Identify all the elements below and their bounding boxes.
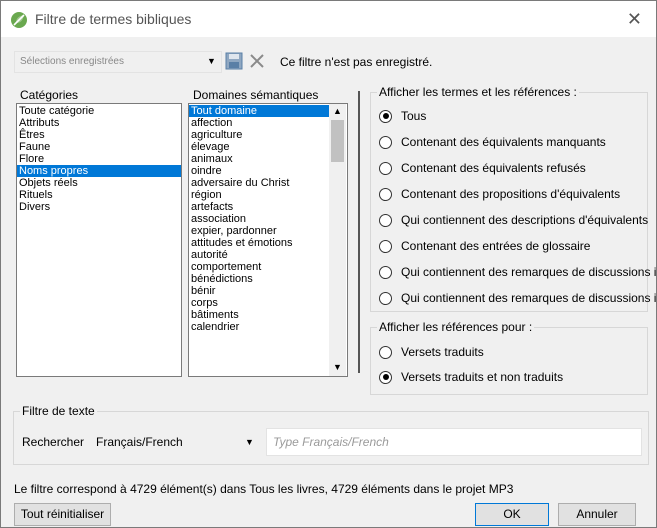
radio-button[interactable] (379, 345, 392, 359)
show-refs-option[interactable]: Versets traduits (379, 344, 484, 360)
show-terms-label: Afficher les termes et les références : (377, 85, 579, 99)
category-item[interactable]: Divers (17, 201, 181, 213)
domain-item[interactable]: artefacts (189, 201, 329, 213)
scroll-thumb[interactable] (331, 120, 344, 162)
category-item[interactable]: Attributs (17, 117, 181, 129)
show-terms-option[interactable]: Contenant des équivalents refusés (379, 160, 586, 176)
domain-item[interactable]: corps (189, 297, 329, 309)
title-bar: Filtre de termes bibliques ✕ (1, 1, 656, 37)
filter-summary: Le filtre correspond à 4729 élément(s) d… (14, 482, 514, 496)
show-refs-label: Afficher les références pour : (377, 320, 535, 334)
radio-button[interactable] (379, 370, 392, 384)
show-terms-option[interactable]: Contenant des propositions d'équivalents (379, 186, 620, 202)
radio-button[interactable] (379, 265, 392, 279)
category-item[interactable]: Faune (17, 141, 181, 153)
floppy-disk-icon[interactable] (225, 52, 243, 70)
saved-selections-text: Sélections enregistrées (20, 56, 124, 67)
category-item[interactable]: Flore (17, 153, 181, 165)
categories-label: Catégories (20, 88, 79, 102)
radio-label: Versets traduits (401, 345, 484, 359)
domain-item[interactable]: association (189, 213, 329, 225)
search-placeholder: Type Français/French (273, 435, 389, 449)
triangle-down-icon: ▼ (207, 56, 216, 66)
domain-item[interactable]: adversaire du Christ (189, 177, 329, 189)
x-icon[interactable] (249, 53, 265, 69)
domain-item[interactable]: animaux (189, 153, 329, 165)
radio-button[interactable] (379, 187, 392, 201)
radio-label: Contenant des propositions d'équivalents (401, 187, 621, 201)
language-dropdown[interactable]: Français/French ▼ (90, 430, 272, 454)
radio-button[interactable] (379, 239, 392, 253)
saved-selections-dropdown[interactable]: Sélections enregistrées ▼ (14, 51, 222, 73)
separator (358, 91, 360, 373)
domain-item[interactable]: comportement (189, 261, 329, 273)
domain-item[interactable]: attitudes et émotions (189, 237, 329, 249)
text-filter-group: Filtre de texte Rechercher Français/Fren… (13, 404, 649, 465)
radio-label: Versets traduits et non traduits (401, 370, 564, 384)
show-terms-option[interactable]: Qui contiennent des descriptions d'équiv… (379, 212, 648, 228)
radio-label: Contenant des entrées de glossaire (401, 239, 591, 253)
text-filter-label: Filtre de texte (20, 404, 97, 418)
language-value: Français/French (96, 435, 183, 449)
category-item[interactable]: Êtres (17, 129, 181, 141)
domains-items: Tout domaine affection agriculture élevage a… (189, 104, 329, 333)
radio-button[interactable] (379, 161, 392, 175)
close-button[interactable]: ✕ (627, 9, 642, 30)
filter-status-text: Ce filtre n'est pas enregistré. (280, 55, 433, 69)
radio-button[interactable] (379, 109, 392, 123)
dialog-window: Filtre de termes bibliques ✕ Sélections … (0, 0, 657, 528)
leaf-icon (11, 12, 27, 28)
show-refs-option[interactable]: Versets traduits et non traduits (379, 369, 563, 385)
radio-label: Qui contiennent des remarques de discuss… (401, 291, 657, 305)
show-refs-group: Afficher les références pour : Versets t… (370, 320, 648, 395)
domains-label: Domaines sémantiques (193, 88, 319, 102)
category-item[interactable]: Rituels (17, 189, 181, 201)
domain-item[interactable]: autorité (189, 249, 329, 261)
domain-item[interactable]: Tout domaine (189, 105, 329, 117)
reset-all-button[interactable]: Tout réinitialiser (14, 503, 111, 526)
cancel-button[interactable]: Annuler (558, 503, 636, 526)
radio-label: Tous (401, 109, 427, 123)
domain-item[interactable]: bénir (189, 285, 329, 297)
search-input[interactable]: Type Français/French (266, 428, 642, 456)
domain-item[interactable]: affection (189, 117, 329, 129)
category-item[interactable]: Noms propres (17, 165, 181, 177)
domain-item[interactable]: expier, pardonner (189, 225, 329, 237)
category-item[interactable]: Objets réels (17, 177, 181, 189)
domain-item[interactable]: région (189, 189, 329, 201)
window-title: Filtre de termes bibliques (35, 11, 192, 27)
domain-item[interactable]: bénédictions (189, 273, 329, 285)
categories-items: Toute catégorie Attributs Êtres Faune Flore N… (17, 104, 181, 213)
ok-button[interactable]: OK (475, 503, 549, 526)
search-label: Rechercher (22, 435, 85, 449)
radio-button[interactable] (379, 291, 392, 305)
domains-list[interactable]: Tout domaine affection agriculture élevage a… (188, 103, 348, 377)
show-terms-group: Afficher les termes et les références : … (370, 85, 656, 312)
domain-item[interactable]: agriculture (189, 129, 329, 141)
show-terms-option[interactable]: Qui contiennent des remarques de discuss… (379, 264, 656, 280)
category-item[interactable]: Toute catégorie (17, 105, 181, 117)
radio-button[interactable] (379, 213, 392, 227)
show-terms-option[interactable]: Contenant des entrées de glossaire (379, 238, 590, 254)
scroll-down-icon[interactable]: ▼ (333, 362, 342, 372)
scroll-up-icon[interactable]: ▲ (333, 106, 342, 116)
radio-label: Contenant des équivalents manquants (401, 135, 606, 149)
radio-label: Contenant des équivalents refusés (401, 161, 586, 175)
domains-scrollbar[interactable]: ▲ ▼ (329, 104, 346, 376)
radio-label: Qui contiennent des descriptions d'équiv… (401, 213, 649, 227)
radio-button[interactable] (379, 135, 392, 149)
triangle-down-icon: ▼ (245, 437, 254, 447)
radio-label: Qui contiennent des remarques de discuss… (401, 265, 657, 279)
show-terms-option[interactable]: Tous (379, 108, 426, 124)
domain-item[interactable]: calendrier (189, 321, 329, 333)
domain-item[interactable]: bâtiments (189, 309, 329, 321)
show-terms-option[interactable]: Contenant des équivalents manquants (379, 134, 606, 150)
domain-item[interactable]: élevage (189, 141, 329, 153)
domain-item[interactable]: oindre (189, 165, 329, 177)
show-terms-option[interactable]: Qui contiennent des remarques de discuss… (379, 290, 656, 306)
categories-list[interactable]: Toute catégorie Attributs Êtres Faune Flore N… (16, 103, 182, 377)
